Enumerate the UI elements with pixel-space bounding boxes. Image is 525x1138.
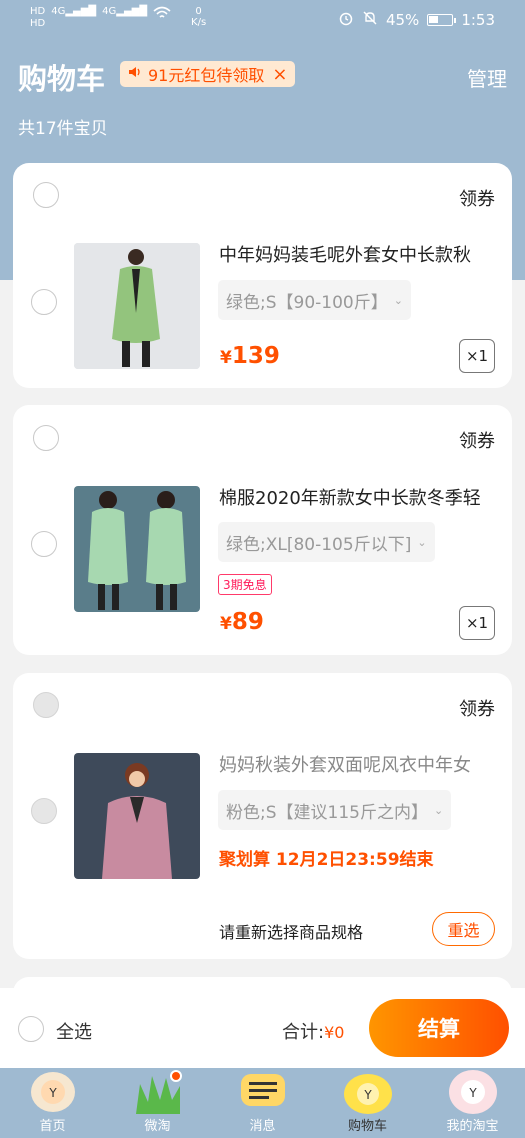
sku-selector[interactable]: 绿色;S【90-100斤】 ⌄ [218, 280, 411, 320]
item-checkbox[interactable] [31, 798, 57, 824]
signal-bars-icon-2: 4G▂▄▆█ [102, 6, 148, 17]
product-name[interactable]: 棉服2020年新款女中长款冬季轻 [219, 484, 499, 510]
signal-icon: HD HD [30, 6, 46, 29]
tab-home[interactable]: Y 首页 [0, 1068, 105, 1138]
total-price: 合计:¥0 [282, 1022, 345, 1043]
tab-messages[interactable]: 消息 [210, 1068, 315, 1138]
close-icon[interactable]: × [272, 64, 287, 85]
manage-button[interactable]: 管理 [467, 63, 507, 92]
select-all-label[interactable]: 全选 [56, 1018, 92, 1044]
svg-text:Y: Y [468, 1086, 477, 1100]
net-speed: 0 K/s [191, 6, 207, 28]
product-price: ¥139 [220, 343, 280, 369]
item-count: 共17件宝贝 [18, 119, 108, 139]
profile-icon: Y [445, 1066, 501, 1118]
chevron-down-icon: ⌄ [433, 803, 444, 817]
item-checkbox[interactable] [31, 531, 57, 557]
product-image[interactable] [74, 753, 200, 879]
checkout-button[interactable]: 结算 [369, 999, 509, 1057]
coupon-button[interactable]: 领券 [459, 695, 495, 721]
installment-badge: 3期免息 [218, 574, 272, 595]
page-title: 购物车 [18, 62, 106, 96]
cart-icon: Y [340, 1066, 396, 1118]
coupon-button[interactable]: 领券 [459, 427, 495, 453]
wifi-icon [153, 6, 171, 24]
product-price: ¥89 [220, 609, 264, 635]
battery-icon [427, 14, 457, 26]
chevron-down-icon: ⌄ [417, 535, 427, 549]
tab-weitao[interactable]: 微淘 [105, 1068, 210, 1138]
sku-selector[interactable]: 粉色;S【建议115斤之内】 ⌄ [218, 790, 452, 830]
speaker-icon [128, 65, 142, 83]
shop-checkbox[interactable] [33, 182, 59, 208]
clock: 1:53 [461, 11, 495, 29]
quantity-stepper[interactable]: ×1 [459, 606, 495, 640]
cart-item-card: 领券 妈妈秋装外套双面呢风衣中年女 粉色;S【建议115斤之内】 ⌄ 聚划算 12… [13, 673, 512, 959]
cart-item-card: 领券 棉服2020年新款女中长款冬季轻 绿色;XL[80-105斤以下] ⌄ 3期… [13, 405, 512, 655]
shop-checkbox[interactable] [33, 692, 59, 718]
select-all-checkbox[interactable] [18, 1016, 44, 1042]
checkout-bar: 全选 合计:¥0 结算 [0, 988, 525, 1068]
notification-dot [170, 1070, 182, 1082]
shop-checkbox[interactable] [33, 425, 59, 451]
quantity-stepper[interactable]: ×1 [459, 339, 495, 373]
juhuasuan-deal-label: 聚划算 12月2日23:59结束 [219, 850, 434, 870]
item-checkbox[interactable] [31, 289, 57, 315]
cart-item-card: 领券 中年妈妈装毛呢外套女中长款秋 绿色;S【90-100斤】 ⌄ ¥139 ×1 [13, 163, 512, 388]
home-icon: Y [25, 1066, 81, 1118]
battery-percent: 45% [385, 11, 420, 29]
sku-selector[interactable]: 绿色;XL[80-105斤以下] ⌄ [218, 522, 435, 562]
tab-my-taobao[interactable]: Y 我的淘宝 [420, 1068, 525, 1138]
bottom-tab-bar: Y 首页 微淘 消息 Y 购物车 Y 我的淘宝 [0, 1068, 525, 1138]
product-name[interactable]: 中年妈妈装毛呢外套女中长款秋 [219, 241, 499, 267]
mute-icon [362, 10, 378, 30]
reselect-hint: 请重新选择商品规格 [219, 923, 364, 942]
alarm-icon [338, 10, 354, 30]
chevron-down-icon: ⌄ [393, 293, 403, 307]
svg-text:Y: Y [48, 1086, 57, 1100]
coupon-button[interactable]: 领券 [459, 185, 495, 211]
signal-bars-icon: 4G▂▄▆█ [51, 6, 97, 17]
svg-text:Y: Y [363, 1088, 372, 1102]
tab-cart[interactable]: Y 购物车 [315, 1068, 420, 1138]
message-icon [235, 1066, 291, 1118]
product-name[interactable]: 妈妈秋装外套双面呢风衣中年女 [219, 751, 499, 777]
reselect-button[interactable]: 重选 [432, 912, 495, 946]
product-image[interactable] [74, 486, 200, 612]
status-bar: HD HD 4G▂▄▆█ 4G▂▄▆█ 0 K/s 45% 1:53 [0, 0, 525, 40]
red-packet-label: 91元红包待领取 [148, 66, 265, 85]
red-packet-banner[interactable]: 91元红包待领取 × [120, 61, 296, 87]
product-image[interactable] [74, 243, 200, 369]
